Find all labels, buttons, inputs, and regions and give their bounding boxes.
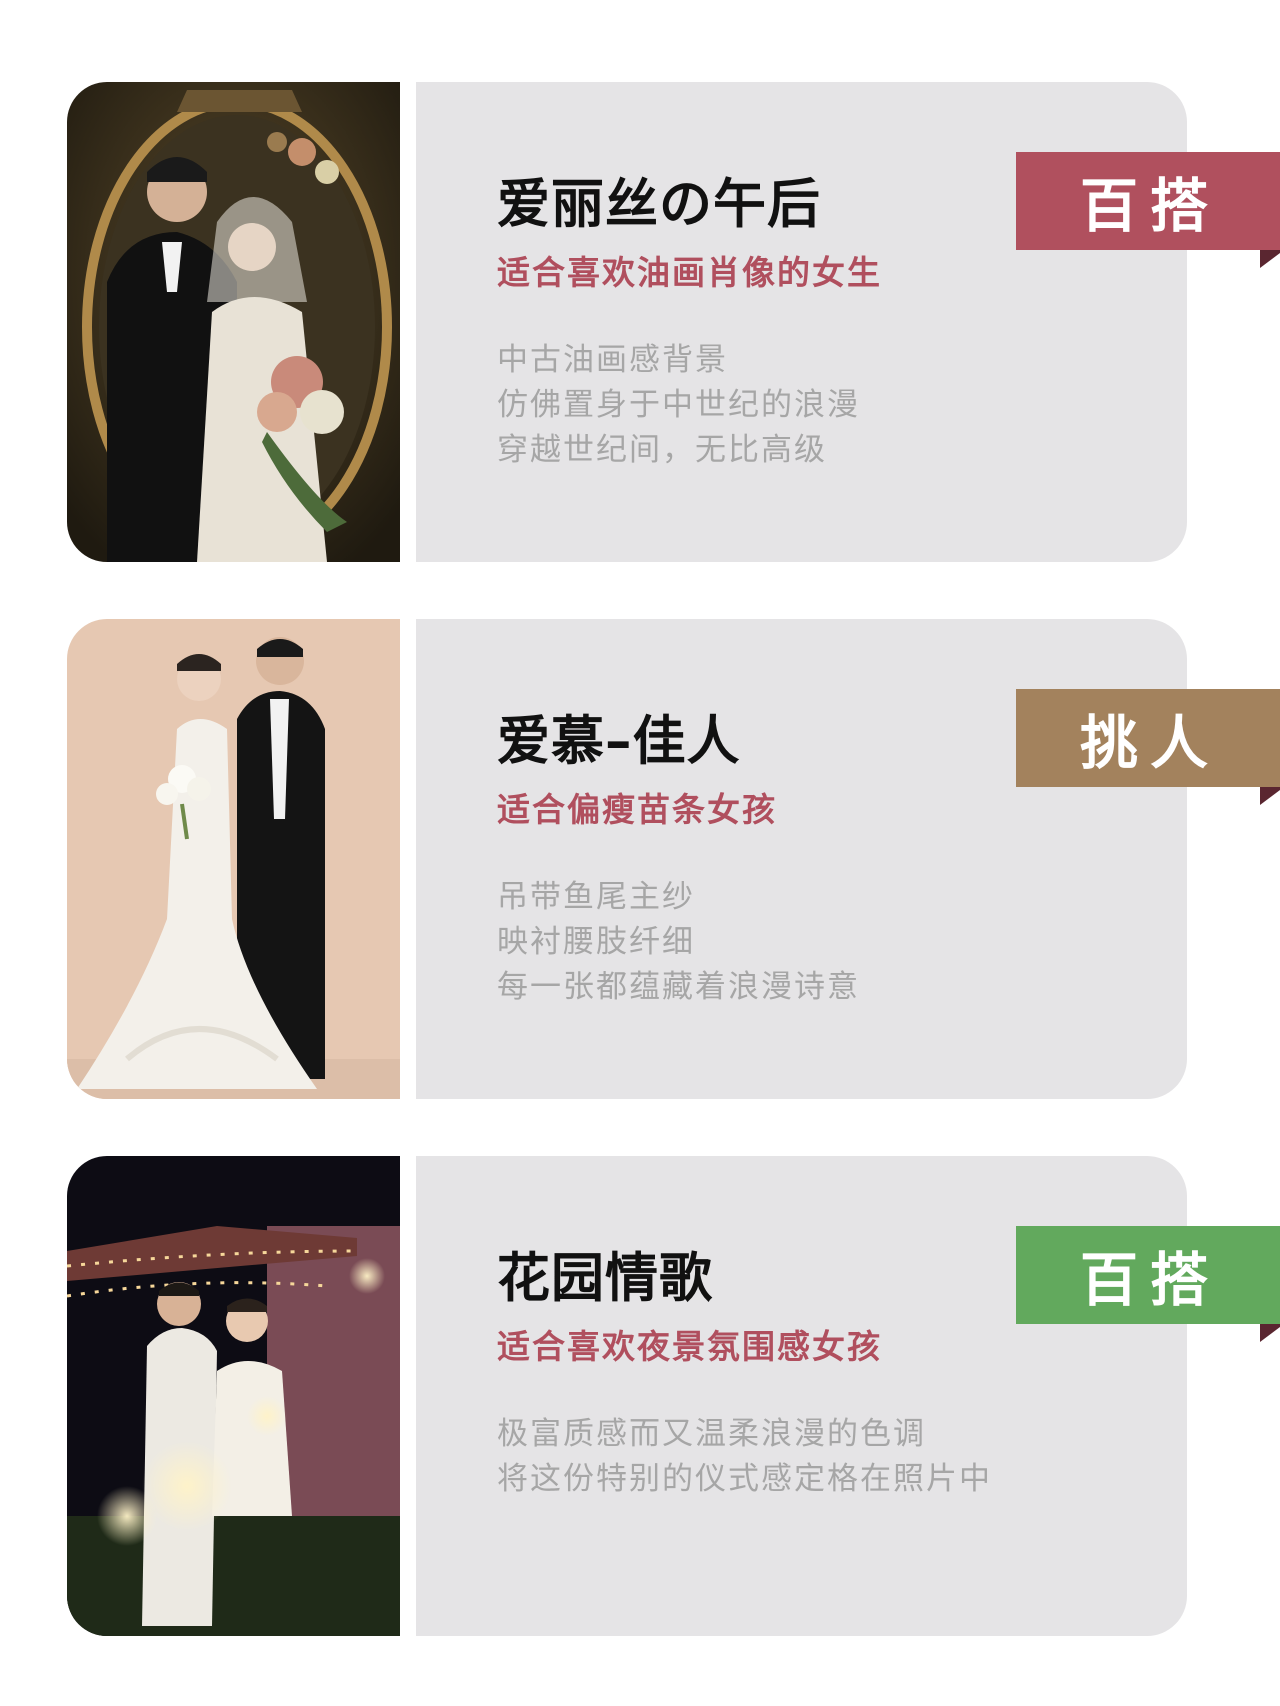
- desc-line: 吊带鱼尾主纱: [497, 879, 695, 915]
- tag-badge: 百搭: [1016, 1226, 1280, 1324]
- desc-line: 穿越世纪间，无比高级: [497, 432, 827, 468]
- desc-line: 映衬腰肢纤细: [497, 924, 695, 960]
- card-subtitle: 适合偏瘦苗条女孩: [497, 790, 777, 829]
- photo-garden-love-song: [67, 1156, 400, 1636]
- card-title: 爱丽丝の午后: [497, 174, 821, 235]
- style-card-alice[interactable]: 爱丽丝の午后 适合喜欢油画肖像的女生 中古油画感背景 仿佛置身于中世纪的浪漫 穿…: [67, 82, 1280, 562]
- tag-badge: 百搭: [1016, 152, 1280, 250]
- card-subtitle: 适合喜欢油画肖像的女生: [497, 253, 882, 292]
- card-subtitle: 适合喜欢夜景氛围感女孩: [497, 1327, 882, 1366]
- card-description: 吊带鱼尾主纱 映衬腰肢纤细 每一张都蕴藏着浪漫诗意: [497, 875, 860, 1010]
- desc-line: 仿佛置身于中世纪的浪漫: [497, 387, 860, 423]
- card-title: 爱慕–佳人: [497, 711, 741, 772]
- desc-line: 每一张都蕴藏着浪漫诗意: [497, 969, 860, 1005]
- style-card-admiration[interactable]: 爱慕–佳人 适合偏瘦苗条女孩 吊带鱼尾主纱 映衬腰肢纤细 每一张都蕴藏着浪漫诗意…: [67, 619, 1280, 1099]
- tag-badge: 挑人: [1016, 689, 1280, 787]
- card-description: 极富质感而又温柔浪漫的色调 将这份特别的仪式感定格在照片中: [497, 1412, 992, 1502]
- photo-admiration-beauty: [67, 619, 400, 1099]
- tag-fold: [1260, 787, 1280, 805]
- desc-line: 极富质感而又温柔浪漫的色调: [497, 1416, 926, 1452]
- desc-line: 中古油画感背景: [497, 342, 728, 378]
- card-description: 中古油画感背景 仿佛置身于中世纪的浪漫 穿越世纪间，无比高级: [497, 338, 860, 473]
- desc-line: 将这份特别的仪式感定格在照片中: [497, 1461, 992, 1497]
- style-card-garden[interactable]: 花园情歌 适合喜欢夜景氛围感女孩 极富质感而又温柔浪漫的色调 将这份特别的仪式感…: [67, 1156, 1280, 1636]
- tag-fold: [1260, 250, 1280, 268]
- card-title: 花园情歌: [497, 1248, 713, 1309]
- tag-fold: [1260, 1324, 1280, 1342]
- photo-alice-afternoon: [67, 82, 400, 562]
